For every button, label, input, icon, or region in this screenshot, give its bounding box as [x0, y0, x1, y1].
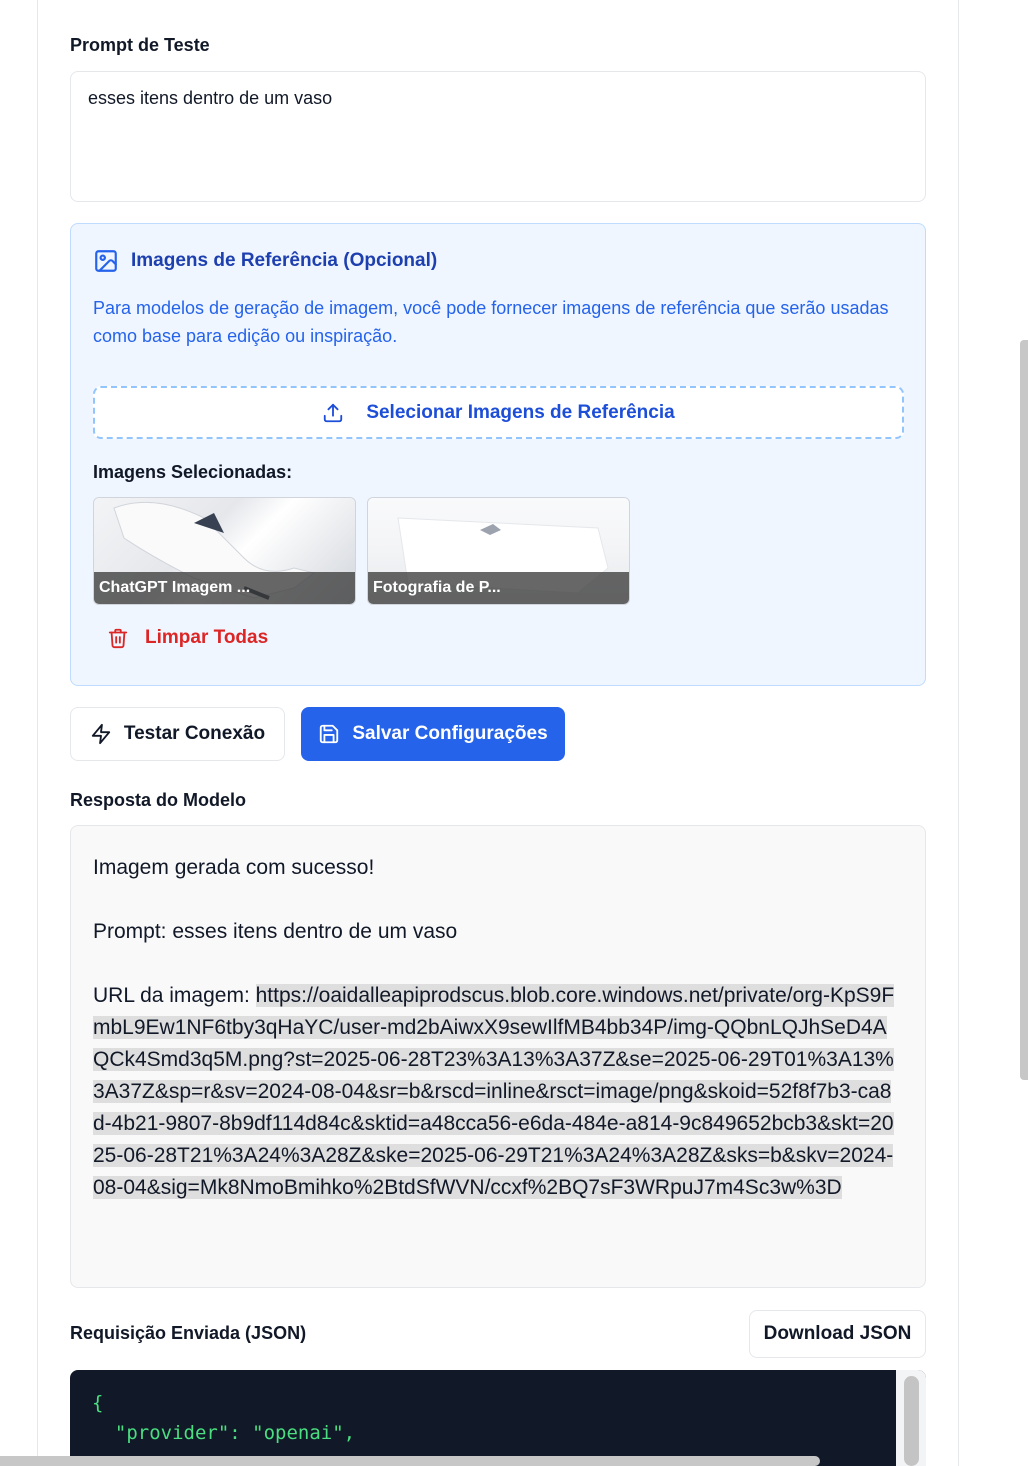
selected-images-label: Imagens Selecionadas:	[93, 462, 293, 482]
code-scrollbar-thumb[interactable]	[904, 1376, 919, 1466]
download-json-button[interactable]: Download JSON	[749, 1310, 926, 1358]
test-connection-button[interactable]: Testar Conexão	[70, 707, 285, 761]
reference-images-description: Para modelos de geração de imagem, você …	[93, 298, 889, 346]
save-icon	[318, 723, 340, 745]
clear-all-button[interactable]: Limpar Todas	[107, 627, 268, 649]
code-scrollbar[interactable]	[896, 1370, 926, 1466]
code-line: "provider": "openai",	[92, 1422, 356, 1444]
reference-image-caption: ChatGPT Imagem ...	[94, 572, 355, 604]
clear-all-label: Limpar Todas	[145, 627, 269, 648]
reference-image-thumbnail[interactable]: Fotografia de P...	[367, 497, 630, 605]
zap-icon	[90, 723, 112, 745]
response-prompt-text: Prompt: esses itens dentro de um vaso	[93, 920, 458, 943]
reference-images-title: Imagens de Referência (Opcional)	[131, 250, 438, 271]
prompt-label: Prompt de Teste	[70, 35, 210, 55]
reference-images-card: Imagens de Referência (Opcional) Para mo…	[70, 223, 926, 686]
test-connection-label: Testar Conexão	[123, 723, 266, 744]
page-vertical-scrollbar[interactable]	[1020, 340, 1028, 1080]
response-url-prefix: URL da imagem:	[93, 984, 256, 1007]
response-status-text: Imagem gerada com sucesso!	[93, 856, 375, 879]
select-reference-images-label: Selecionar Imagens de Referência	[366, 401, 675, 423]
select-reference-images-button[interactable]: Selecionar Imagens de Referência	[93, 386, 904, 439]
request-json-code: { "provider": "openai",	[70, 1370, 926, 1466]
image-icon	[93, 248, 119, 274]
reference-images-header: Imagens de Referência (Opcional)	[93, 248, 437, 274]
prompt-textarea[interactable]: esses itens dentro de um vaso	[70, 71, 926, 202]
model-response-label: Resposta do Modelo	[70, 790, 247, 810]
code-line: {	[92, 1392, 104, 1414]
upload-icon	[322, 402, 344, 424]
save-settings-label: Salvar Configurações	[352, 723, 548, 744]
trash-icon	[107, 627, 129, 649]
reference-image-caption: Fotografia de P...	[368, 572, 629, 604]
response-image-url[interactable]: https://oaidalleapiprodscus.blob.core.wi…	[93, 984, 895, 1199]
model-response-box: Imagem gerada com sucesso! Prompt: esses…	[70, 825, 926, 1288]
save-settings-button[interactable]: Salvar Configurações	[301, 707, 565, 761]
request-json-label: Requisição Enviada (JSON)	[70, 1323, 307, 1343]
page-horizontal-scrollbar[interactable]	[0, 1456, 820, 1466]
reference-image-thumbnail[interactable]: ChatGPT Imagem ...	[93, 497, 356, 605]
